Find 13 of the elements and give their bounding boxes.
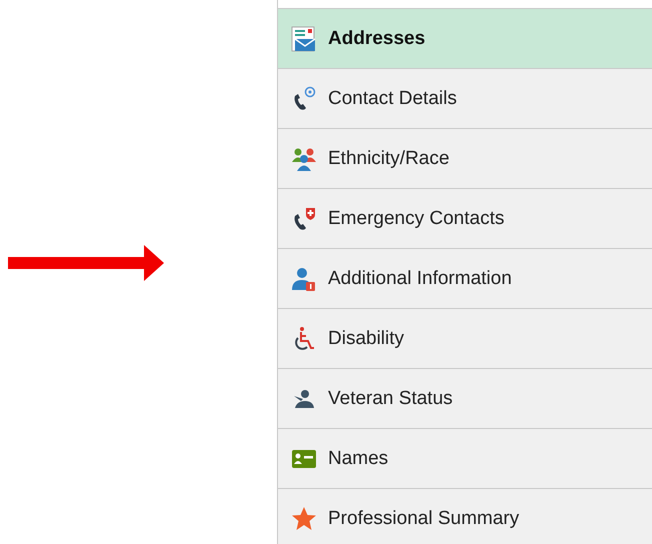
star-icon (291, 506, 317, 532)
person-lock-icon (291, 266, 317, 292)
menu-item[interactable]: Contact Details (278, 69, 652, 129)
menu-item[interactable]: Additional Information (278, 249, 652, 309)
menu-item[interactable]: Veteran Status (278, 369, 652, 429)
menu-item[interactable]: Professional Summary (278, 489, 652, 544)
menu-item[interactable]: Addresses (278, 8, 652, 69)
menu-item[interactable]: Emergency Contacts (278, 189, 652, 249)
menu-item[interactable]: Names (278, 429, 652, 489)
menu-item[interactable]: Disability (278, 309, 652, 369)
menu-item[interactable]: Ethnicity/Race (278, 129, 652, 189)
envelope-card-icon (291, 26, 317, 52)
people-icon (291, 146, 317, 172)
